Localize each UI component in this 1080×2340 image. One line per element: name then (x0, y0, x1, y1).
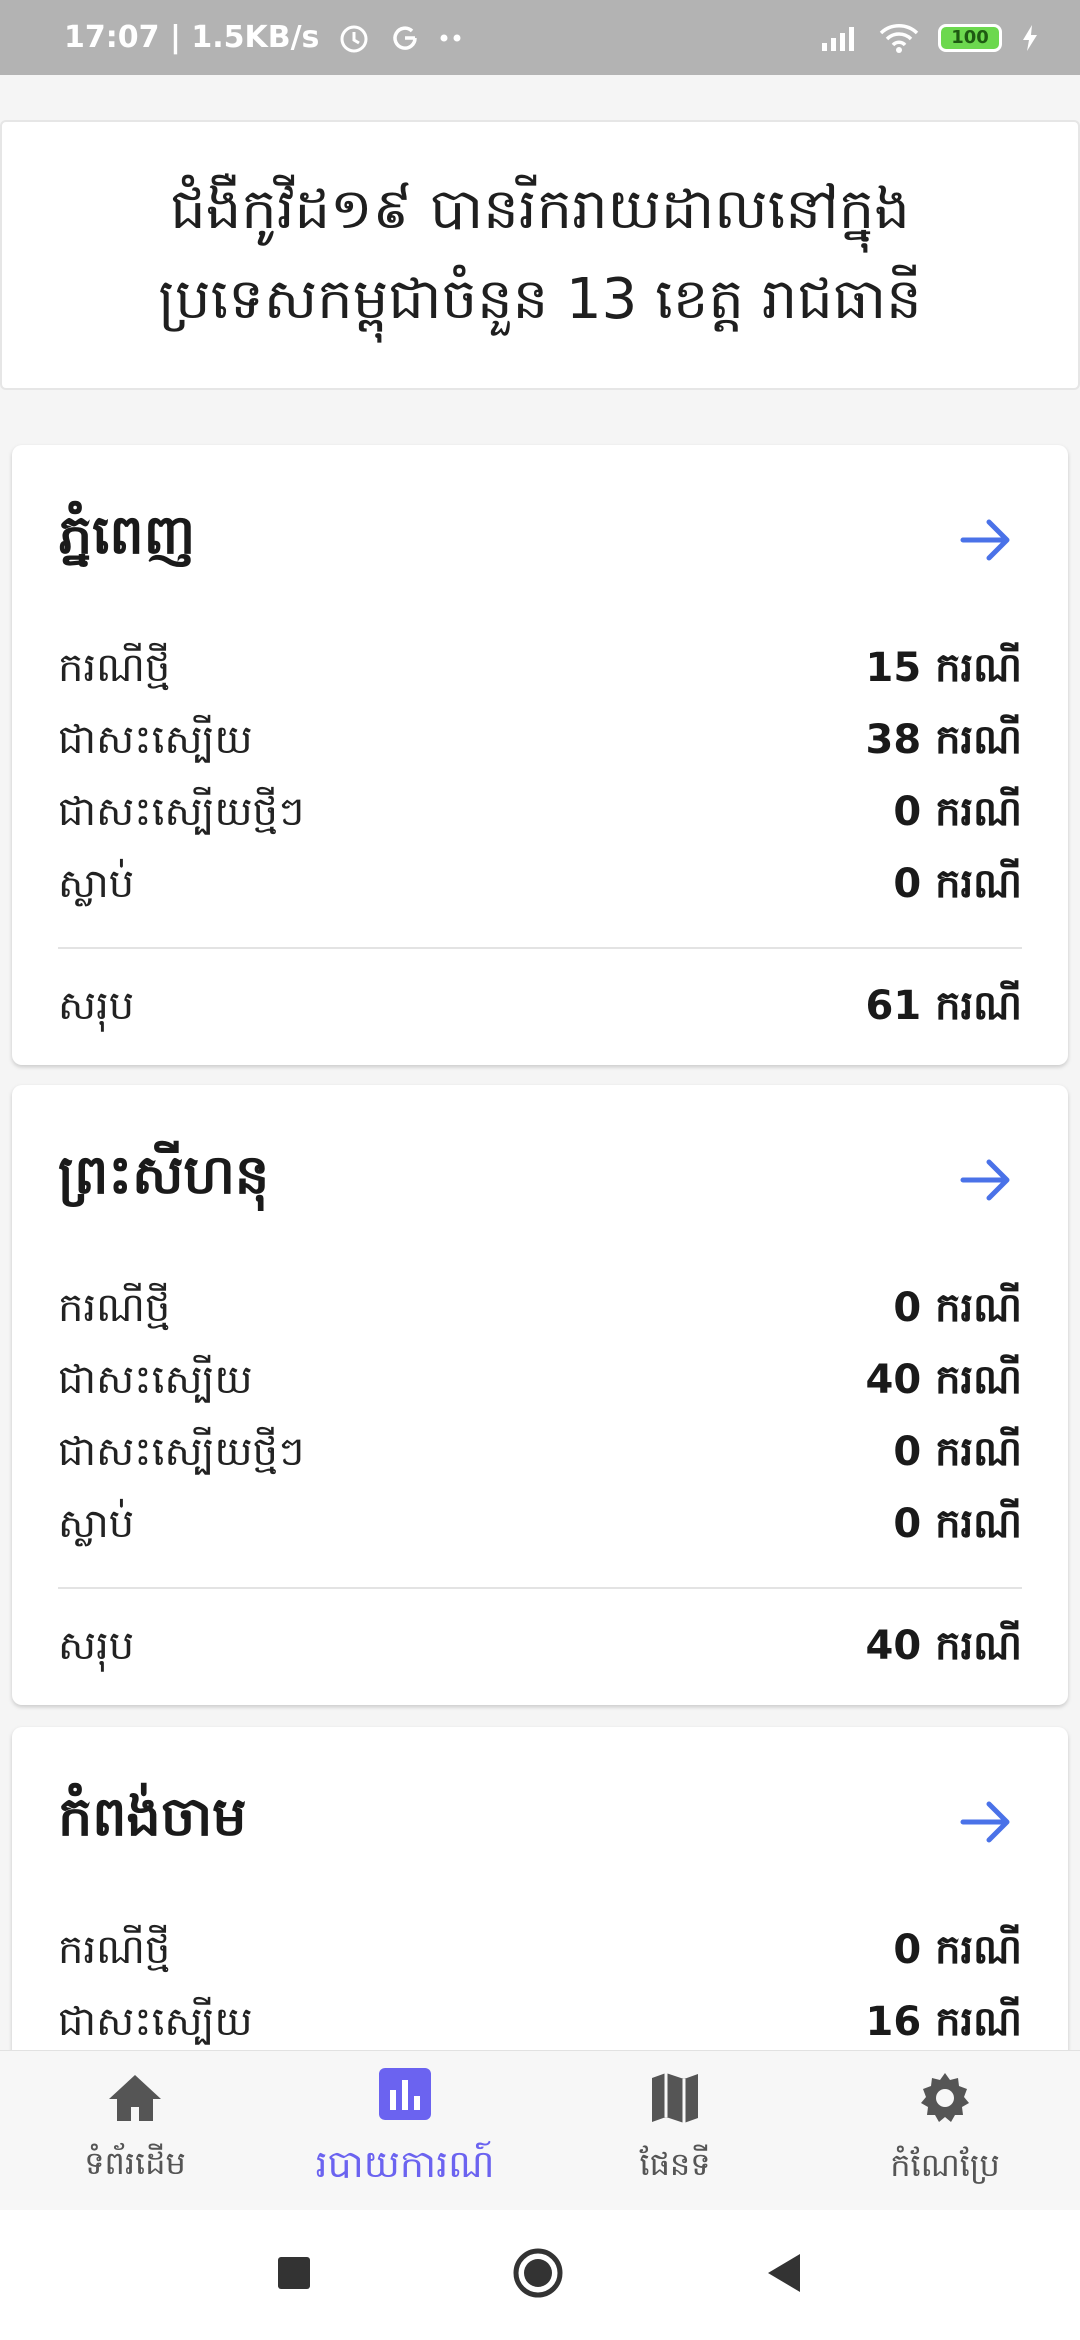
bar-chart-icon (377, 2066, 433, 2126)
system-navigation-bar (0, 2210, 1080, 2340)
stat-value: 15 ករណី (865, 644, 1022, 691)
stat-value: 0 ករណី (893, 1926, 1022, 1973)
g-icon (389, 22, 421, 54)
nav-report[interactable]: របាយការណ៍ (270, 2051, 540, 2210)
stat-value: 0 ករណី (893, 1500, 1022, 1547)
province-name: ព្រះសីហនុ (58, 1142, 270, 1206)
stat-row: ករណីថ្មី 15 ករណី (58, 635, 1022, 707)
stat-label: ករណីថ្មី (58, 644, 171, 691)
stat-row: ជាសះស្បើយ 40 ករណី (58, 1347, 1022, 1419)
stat-label: ជាសះស្បើយ (58, 1998, 253, 2045)
stat-label: ករណីថ្មី (58, 1926, 171, 1973)
map-icon (648, 2070, 702, 2130)
bottom-navigation: ទំព័រដើម របាយការណ៍ ផែនទី កំណែប្រែ (0, 2050, 1080, 2210)
card-header: កំពង់ចាម (58, 1727, 1022, 1917)
more-dots-icon (439, 33, 463, 43)
stat-row: ជាសះស្បើយថ្មីៗ 0 ករណី (58, 779, 1022, 851)
charging-icon (1020, 23, 1040, 53)
total-value: 61 ករណី (865, 982, 1022, 1029)
home-icon (105, 2071, 165, 2129)
status-right: 100 (820, 22, 1040, 54)
stat-value: 0 ករណី (893, 860, 1022, 907)
recent-apps-icon[interactable] (276, 2255, 312, 2295)
stat-label: ស្លាប់ (58, 860, 135, 907)
total-value: 40 ករណី (865, 1622, 1022, 1669)
report-content[interactable]: ជំងឺកូវីដ១៩ បានរីករាយដាលនៅក្នុង ប្រទេសកម… (0, 75, 1080, 2050)
status-time-speed: 17:07 | 1.5KB/s (64, 20, 320, 55)
stat-value: 0 ករណី (893, 1284, 1022, 1331)
province-card[interactable]: កំពង់ចាម ករណីថ្មី 0 ករណី ជាសះស្បើយ 16 ករ… (12, 1727, 1068, 2050)
province-card[interactable]: ព្រះសីហនុ ករណីថ្មី 0 ករណី ជាសះស្បើយ 40 ក… (12, 1085, 1068, 1705)
arrow-right-icon[interactable] (952, 505, 1022, 575)
nav-map[interactable]: ផែនទី (540, 2051, 810, 2210)
status-bar: 17:07 | 1.5KB/s 100 (0, 0, 1080, 75)
province-card[interactable]: ភ្នំពេញ ករណីថ្មី 15 ករណី ជាសះស្បើយ 38 ករ… (12, 445, 1068, 1065)
stat-row: ស្លាប់ 0 ករណី (58, 851, 1022, 923)
divider (58, 947, 1022, 949)
signal-icon (820, 23, 860, 53)
stat-label: ករណីថ្មី (58, 1284, 171, 1331)
stat-row: ជាសះស្បើយថ្មីៗ 0 ករណី (58, 1419, 1022, 1491)
province-name: ភ្នំពេញ (58, 502, 196, 566)
stat-row: ស្លាប់ 0 ករណី (58, 1491, 1022, 1563)
stat-label: ជាសះស្បើយ (58, 716, 253, 763)
stat-row: ករណីថ្មី 0 ករណី (58, 1275, 1022, 1347)
stat-value: 40 ករណី (865, 1356, 1022, 1403)
stat-value: 16 ករណី (865, 1998, 1022, 2045)
stat-value: 0 ករណី (893, 788, 1022, 835)
arrow-right-icon[interactable] (952, 1145, 1022, 1215)
stat-label: ជាសះស្បើយ (58, 1356, 253, 1403)
summary-title: ជំងឺកូវីដ១៩ បានរីករាយដាលនៅក្នុង ប្រទេសកម… (158, 177, 922, 332)
card-header: ភ្នំពេញ (58, 445, 1022, 635)
stat-value: 38 ករណី (865, 716, 1022, 763)
nav-label: ផែនទី (639, 2145, 711, 2183)
stat-row: ជាសះស្បើយ 38 ករណី (58, 707, 1022, 779)
back-triangle-icon[interactable] (764, 2252, 804, 2298)
status-left: 17:07 | 1.5KB/s (64, 20, 463, 55)
nav-home[interactable]: ទំព័រដើម (0, 2051, 270, 2210)
nav-label: ទំព័រដើម (84, 2144, 186, 2182)
stat-row: ករណីថ្មី 0 ករណី (58, 1917, 1022, 1989)
total-row: សរុប 61 ករណី (58, 969, 1022, 1049)
alarm-icon (337, 21, 371, 55)
nav-settings[interactable]: កំណែប្រែ (810, 2051, 1080, 2210)
divider (58, 1587, 1022, 1589)
stat-label: ស្លាប់ (58, 1500, 135, 1547)
stat-row: ជាសះស្បើយ 16 ករណី (58, 1989, 1022, 2050)
nav-label: កំណែប្រែ (890, 2146, 1000, 2184)
stat-label: ជាសះស្បើយថ្មីៗ (58, 1428, 305, 1475)
province-name: កំពង់ចាម (58, 1784, 247, 1848)
battery-icon: 100 (938, 23, 1002, 52)
nav-label: របាយការណ៍ (315, 2141, 495, 2186)
total-row: សរុប 40 ករណី (58, 1609, 1022, 1689)
home-circle-icon[interactable] (512, 2247, 564, 2303)
total-label: សរុប (58, 1622, 135, 1669)
stat-label: ជាសះស្បើយថ្មីៗ (58, 788, 305, 835)
card-header: ព្រះសីហនុ (58, 1085, 1022, 1275)
total-label: សរុប (58, 982, 135, 1029)
stat-value: 0 ករណី (893, 1428, 1022, 1475)
wifi-icon (878, 22, 920, 54)
summary-header-card: ជំងឺកូវីដ១៩ បានរីករាយដាលនៅក្នុង ប្រទេសកម… (0, 120, 1080, 390)
settings-icon (916, 2069, 974, 2131)
arrow-right-icon[interactable] (952, 1787, 1022, 1857)
